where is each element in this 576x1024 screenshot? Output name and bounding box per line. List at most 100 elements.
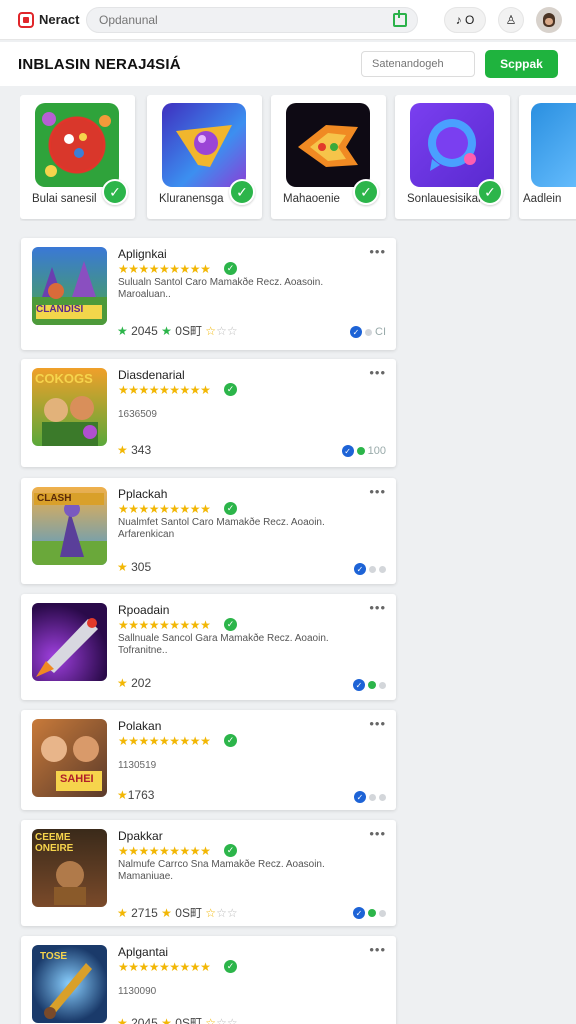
blue-art-icon [531, 103, 576, 187]
app-title[interactable]: Dpakkar [118, 829, 163, 843]
app-art-svg [36, 618, 98, 677]
rating-count: 1763 [127, 788, 155, 802]
rating-extra: 0S町 [175, 906, 202, 920]
rating-extra: 0S町 [175, 324, 202, 338]
check-icon: ✓ [353, 679, 365, 691]
rating-count: 2715 [131, 906, 158, 920]
rating-count: 343 [131, 443, 152, 457]
top-bar: Neract ♪ O ♙ [0, 0, 576, 40]
verified-icon: ✓ [224, 734, 237, 747]
more-icon[interactable]: ••• [369, 826, 386, 841]
rating-count: 2045 [131, 1016, 158, 1024]
app-art-icon [32, 603, 107, 681]
star-rating-icon: ★★★★★★★★★ [118, 502, 211, 516]
brand-name: Neract [39, 12, 80, 27]
verified-icon: ✓ [224, 383, 237, 396]
status-dot-icon [379, 793, 386, 801]
app-title[interactable]: Rpoadain [118, 603, 169, 617]
filter-input[interactable] [361, 51, 475, 77]
app-description: Nualmfet Santol Caro Mamakðe Recz. Aoaoi… [118, 517, 325, 540]
candy-art-icon [35, 103, 119, 187]
status-row: ✓ CI [350, 326, 386, 338]
verified-icon: ✓ [224, 262, 237, 275]
check-icon: ✓ [354, 563, 366, 575]
app-art-icon: SAHEI [32, 719, 107, 797]
search-input[interactable] [99, 12, 393, 27]
flame-art-icon [286, 103, 370, 187]
app-description: Sulualn Santol Caro Mamakðe Recz. Aoasoi… [118, 277, 324, 300]
share-icon[interactable] [393, 9, 407, 27]
person-icon[interactable]: ♙ [498, 6, 524, 33]
list-item[interactable]: CEEME ONEIRE Dpakkar ••• ★★★★★★★★★ ✓ Nal… [21, 820, 396, 926]
featured-tile[interactable]: Bulai sanesil ✓ [20, 95, 135, 219]
status-dot-icon [369, 793, 376, 801]
flame-art-svg [298, 125, 358, 167]
app-art-text: CLASH [37, 493, 72, 504]
more-icon[interactable]: ••• [369, 365, 386, 380]
more-icon[interactable]: ••• [369, 600, 386, 615]
featured-tile-label: Bulai sanesil [32, 193, 97, 205]
check-icon: ✓ [353, 179, 379, 205]
star-icon: ★ [161, 906, 172, 920]
app-description: Sallnuale Sancol Gara Mamakðe Recz. Aoao… [118, 633, 329, 656]
orb-art-icon [162, 103, 246, 187]
star-rating-icon: ★★★★★★★★★ [118, 618, 211, 632]
more-icon[interactable]: ••• [369, 716, 386, 731]
top-icons: ♪ O ♙ [444, 6, 562, 33]
rating-row: ★ 2045 ★ 0S町 ☆☆☆ [117, 322, 238, 339]
list-item[interactable]: Rpoadain ••• ★★★★★★★★★ ✓ Sallnuale Sanco… [21, 594, 396, 700]
check-icon: ✓ [229, 179, 255, 205]
featured-tile[interactable]: Mahaoenie ✓ [271, 95, 386, 219]
check-icon: ✓ [477, 179, 503, 205]
status-dot-icon [379, 565, 386, 573]
avatar[interactable] [536, 6, 562, 33]
app-title[interactable]: Aplgantai [118, 945, 168, 959]
app-downloads: 1130519 [118, 760, 157, 771]
status-dot-icon [368, 909, 376, 917]
app-downloads: 1636509 [118, 409, 157, 420]
star-icon: ☆ [205, 324, 217, 338]
list-item[interactable]: CLANDISI Aplignkai ••• ★★★★★★★★★ ✓ Sulua… [21, 238, 396, 350]
rating-extra: 0S町 [175, 1016, 202, 1024]
rating-row: ★ 2715 ★ 0S町 ☆☆☆ [117, 904, 238, 921]
check-icon: ✓ [353, 907, 365, 919]
rating-row: ★1763 [117, 788, 154, 802]
star-icon: ★ [117, 324, 128, 338]
music-toggle-button[interactable]: ♪ O [444, 6, 486, 33]
more-icon[interactable]: ••• [369, 484, 386, 499]
featured-tile[interactable]: Sonlauesisikan ✓ [395, 95, 510, 219]
more-icon[interactable]: ••• [369, 942, 386, 957]
star-icon: ★ [117, 560, 128, 574]
app-title[interactable]: Pplackah [118, 487, 167, 501]
rating-row: ★ 2045 ★ 0S町 ☆☆☆ [117, 1014, 238, 1024]
app-title[interactable]: Polakan [118, 719, 161, 733]
list-item[interactable]: SAHEI Polakan ••• ★★★★★★★★★ ✓ 1130519 ★1… [21, 710, 396, 810]
star-rating-icon: ★★★★★★★★★ [118, 844, 211, 858]
list-item[interactable]: COKOGS Diasdenarial ••• ★★★★★★★★★ ✓ 1636… [21, 359, 396, 467]
star-icon: ★ [161, 1016, 172, 1024]
orb-art-svg [176, 125, 232, 167]
app-art-text: SAHEI [60, 773, 94, 785]
list-item[interactable]: TOSE Aplgantai ••• ★★★★★★★★★ ✓ 1130090 ★… [21, 936, 396, 1024]
app-art-icon: CEEME ONEIRE [32, 829, 107, 907]
featured-tile[interactable]: Kluranensga ✓ [147, 95, 262, 219]
status-dot-icon [365, 328, 372, 336]
app-title[interactable]: Diasdenarial [118, 368, 185, 382]
search-bar[interactable] [86, 6, 418, 33]
featured-tile[interactable]: Aadlein [519, 95, 576, 219]
more-icon[interactable]: ••• [369, 244, 386, 259]
status-row: ✓ [354, 563, 386, 575]
app-title[interactable]: Aplignkai [118, 247, 167, 261]
status-row: ✓ [354, 791, 386, 803]
primary-action-button[interactable]: Scppak [485, 50, 558, 78]
chat-art-icon [410, 103, 494, 187]
list-item[interactable]: CLASH Pplackah ••• ★★★★★★★★★ ✓ Nualmfet … [21, 478, 396, 584]
star-rating-icon: ★★★★★★★★★ [118, 383, 211, 397]
star-icon: ☆ [205, 1016, 217, 1024]
check-icon: ✓ [341, 445, 354, 457]
app-art-icon: CLANDISI [32, 247, 107, 325]
featured-carousel[interactable]: Bulai sanesil ✓ Kluranensga ✓ Mahaoenie … [20, 95, 576, 221]
brand[interactable]: Neract [18, 11, 86, 28]
star-rating-icon: ★★★★★★★★★ [118, 960, 211, 974]
status-dot-icon [379, 909, 386, 917]
